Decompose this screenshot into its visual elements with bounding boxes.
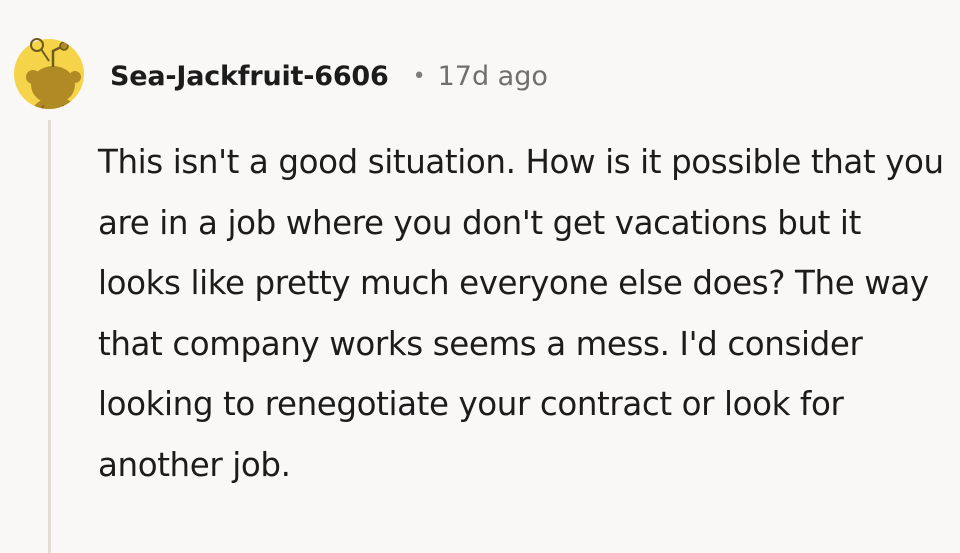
- comment-text: This isn't a good situation. How is it p…: [98, 143, 944, 484]
- comment-meta: Sea-Jackfruit-6606 • 17d ago: [110, 56, 548, 96]
- snoo-avatar-icon: [14, 38, 84, 109]
- separator-dot: •: [412, 63, 426, 89]
- thread-line[interactable]: [48, 120, 51, 553]
- timestamp[interactable]: 17d ago: [438, 61, 548, 92]
- username-link[interactable]: Sea-Jackfruit-6606: [110, 61, 389, 92]
- avatar[interactable]: [13, 27, 85, 121]
